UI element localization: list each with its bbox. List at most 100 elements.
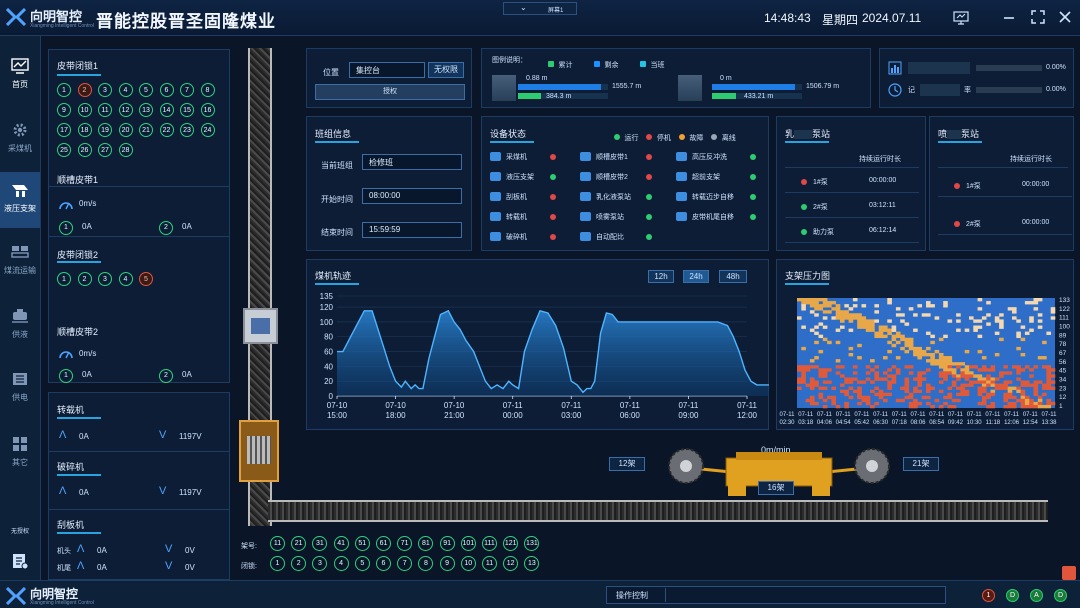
device-item[interactable]: 破碎机 xyxy=(490,230,560,244)
nav-item-other[interactable]: 其它 xyxy=(0,426,40,482)
belt2-lock-2[interactable]: 2 xyxy=(77,272,92,286)
device-item[interactable]: 采煤机 xyxy=(490,150,560,164)
lock-number-5[interactable]: 5 xyxy=(354,556,370,571)
lock-number-3[interactable]: 3 xyxy=(312,556,328,571)
end-input[interactable]: 15:59:59 xyxy=(362,222,462,238)
device-item[interactable]: 乳化液泵站 xyxy=(580,190,656,204)
belt1-lock-15[interactable]: 15 xyxy=(180,103,194,117)
lock-number-2[interactable]: 2 xyxy=(291,556,307,571)
right-frame-tag[interactable]: 21架 xyxy=(903,457,939,471)
device-item[interactable]: 转载机 xyxy=(490,210,560,224)
lock-number-13[interactable]: 13 xyxy=(524,556,540,571)
start-input[interactable]: 08:00:00 xyxy=(362,188,462,204)
permission-button[interactable]: 无权限 xyxy=(428,62,464,78)
belt1-lock-14[interactable]: 14 xyxy=(159,103,174,117)
nav-item-coal-transport[interactable]: 煤流运输 xyxy=(0,234,40,290)
minimize-icon[interactable] xyxy=(1002,11,1016,25)
lock-number-7[interactable]: 7 xyxy=(397,556,413,571)
device-item[interactable]: 顺槽皮带1 xyxy=(580,150,656,164)
left-frame-tag[interactable]: 12架 xyxy=(609,457,645,471)
lock-number-4[interactable]: 4 xyxy=(333,556,349,571)
frame-number-61[interactable]: 61 xyxy=(376,536,391,551)
position-input[interactable]: 集控台 xyxy=(349,62,425,78)
device-item[interactable]: 自动配比 xyxy=(580,230,656,244)
belt1-lock-4[interactable]: 4 xyxy=(118,83,133,97)
belt1-lock-1[interactable]: 1 xyxy=(57,83,71,97)
nav-item-fluid-supply[interactable]: 供液 xyxy=(0,298,40,354)
lock-number-11[interactable]: 11 xyxy=(482,556,497,571)
belt1-lock-17[interactable]: 17 xyxy=(57,123,71,137)
device-item[interactable]: 高压反冲洗 xyxy=(676,150,760,164)
belt1-lock-13[interactable]: 13 xyxy=(139,103,153,117)
range-48h-button[interactable]: 48h xyxy=(719,270,747,283)
belt2-lock-5[interactable]: 5 xyxy=(139,272,153,286)
control-bar[interactable]: 操作控制 xyxy=(606,586,946,604)
frame-number-41[interactable]: 41 xyxy=(333,536,349,551)
belt1-lock-23[interactable]: 23 xyxy=(180,123,194,137)
device-item[interactable]: 转载迈步自移 xyxy=(676,190,760,204)
frame-number-71[interactable]: 71 xyxy=(397,536,413,551)
belt1-lock-24[interactable]: 24 xyxy=(200,123,215,137)
status-indicator-icon[interactable]: 1 xyxy=(982,589,995,602)
device-item[interactable]: 喷雾泵站 xyxy=(580,210,656,224)
belt1-lock-18[interactable]: 18 xyxy=(77,123,92,137)
device-item[interactable]: 刮板机 xyxy=(490,190,560,204)
corner-alert-icon[interactable] xyxy=(1062,566,1076,580)
belt1-lock-8[interactable]: 8 xyxy=(200,83,215,97)
lock-number-9[interactable]: 9 xyxy=(439,556,455,571)
frame-number-51[interactable]: 51 xyxy=(354,536,370,551)
device-item[interactable]: 皮带机尾自移 xyxy=(676,210,760,224)
nav-item-shearer[interactable]: 采煤机 xyxy=(0,112,40,168)
belt1-lock-16[interactable]: 16 xyxy=(200,103,215,117)
device-item[interactable]: 超前支架 xyxy=(676,170,760,184)
belt2-lock-3[interactable]: 3 xyxy=(98,272,112,286)
belt1-lock-19[interactable]: 19 xyxy=(98,123,112,137)
frame-number-121[interactable]: 121 xyxy=(503,536,519,551)
frame-number-101[interactable]: 101 xyxy=(460,536,476,551)
belt1-lock-27[interactable]: 27 xyxy=(98,143,112,157)
belt1-lock-10[interactable]: 10 xyxy=(77,103,92,117)
status-indicator-icon[interactable]: A xyxy=(1030,589,1043,602)
belt1-lock-21[interactable]: 21 xyxy=(139,123,153,137)
device-item[interactable]: 顺槽皮带2 xyxy=(580,170,656,184)
monitor-icon[interactable] xyxy=(953,11,969,25)
belt1-lock-11[interactable]: 11 xyxy=(98,103,112,117)
range-24h-button[interactable]: 24h xyxy=(683,270,709,283)
frame-number-31[interactable]: 31 xyxy=(312,536,328,551)
frame-number-111[interactable]: 111 xyxy=(482,536,497,551)
belt1-lock-28[interactable]: 28 xyxy=(118,143,133,157)
lock-number-6[interactable]: 6 xyxy=(376,556,391,571)
frame-number-21[interactable]: 21 xyxy=(291,536,307,551)
belt1-lock-20[interactable]: 20 xyxy=(118,123,133,137)
nav-item-home[interactable]: 首页 xyxy=(0,48,40,104)
status-indicator-icon[interactable]: D xyxy=(1006,589,1019,602)
frame-number-91[interactable]: 91 xyxy=(439,536,455,551)
authorize-button[interactable]: 授权 xyxy=(315,84,465,100)
team-input[interactable]: 检修班 xyxy=(362,154,462,170)
lock-number-12[interactable]: 12 xyxy=(503,556,519,571)
belt1-lock-3[interactable]: 3 xyxy=(98,83,112,97)
belt1-lock-7[interactable]: 7 xyxy=(180,83,194,97)
belt1-lock-2[interactable]: 2 xyxy=(77,83,92,97)
belt1-lock-22[interactable]: 22 xyxy=(159,123,174,137)
range-12h-button[interactable]: 12h xyxy=(648,270,674,283)
nav-item-power-supply[interactable]: 供电 xyxy=(0,361,40,417)
frame-number-131[interactable]: 131 xyxy=(524,536,540,551)
screen-dropdown[interactable]: ⌄ 屏幕1 xyxy=(503,2,577,15)
nav-item-hydraulic-support[interactable]: 液压支架 xyxy=(0,172,40,228)
lock-number-8[interactable]: 8 xyxy=(418,556,434,571)
close-icon[interactable] xyxy=(1058,10,1072,24)
belt1-lock-9[interactable]: 9 xyxy=(57,103,71,117)
status-indicator-icon[interactable]: D xyxy=(1054,589,1067,602)
belt1-lock-5[interactable]: 5 xyxy=(139,83,153,97)
center-frame-tag[interactable]: 16架 xyxy=(758,481,794,495)
device-item[interactable]: 液压支架 xyxy=(490,170,560,184)
frame-number-81[interactable]: 81 xyxy=(418,536,434,551)
belt1-lock-26[interactable]: 26 xyxy=(77,143,92,157)
belt2-lock-4[interactable]: 4 xyxy=(118,272,133,286)
belt2-lock-1[interactable]: 1 xyxy=(57,272,71,286)
maximize-icon[interactable] xyxy=(1031,10,1045,24)
belt1-lock-12[interactable]: 12 xyxy=(118,103,133,117)
lock-number-1[interactable]: 1 xyxy=(270,556,285,571)
lock-number-10[interactable]: 10 xyxy=(460,556,476,571)
